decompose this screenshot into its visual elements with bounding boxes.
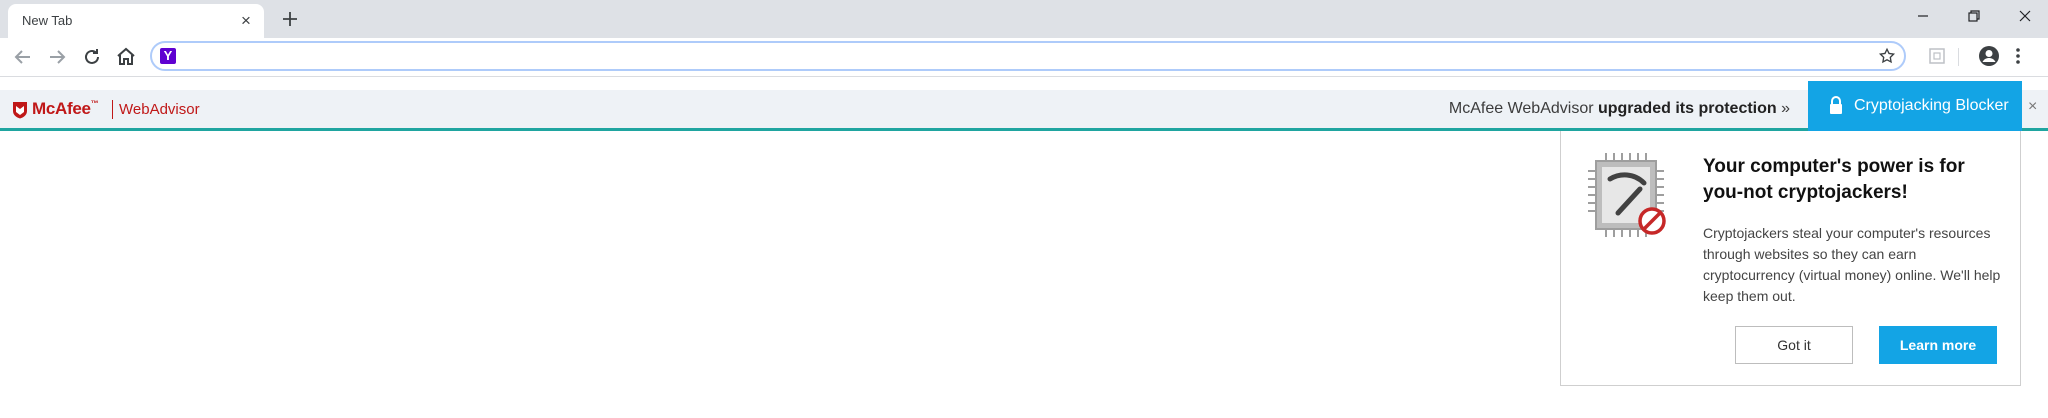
toolbar-divider <box>1958 48 1959 66</box>
brand-name: McAfee™ <box>32 99 99 118</box>
star-icon[interactable] <box>1878 47 1896 70</box>
restore-icon[interactable] <box>1951 0 1997 32</box>
cpu-pickaxe-blocked-icon <box>1584 149 1676 250</box>
reload-icon[interactable] <box>80 45 104 69</box>
popup-title: Your computer's power is for you-not cry… <box>1703 156 1965 203</box>
plus-icon[interactable] <box>280 9 300 29</box>
learn-more-button[interactable]: Learn more <box>1879 326 1997 364</box>
cryptojacking-blocker-tab[interactable]: Cryptojacking Blocker <box>1808 81 2022 131</box>
minimize-icon[interactable] <box>1900 0 1946 32</box>
product-name: WebAdvisor <box>119 101 200 118</box>
tab-strip: New Tab × <box>0 0 2048 38</box>
bar-close-icon[interactable]: × <box>2028 98 2037 116</box>
browser-tab[interactable]: New Tab × <box>8 4 264 38</box>
menu-icon[interactable] <box>2014 46 2022 71</box>
cryptojacking-blocker-label: Cryptojacking Blocker <box>1854 97 2009 114</box>
address-bar[interactable]: Y <box>150 41 1906 71</box>
lock-icon <box>1828 95 1844 120</box>
extension-icon[interactable] <box>1928 47 1946 65</box>
close-icon[interactable] <box>2002 0 2048 32</box>
tab-close-icon[interactable]: × <box>238 12 254 29</box>
forward-icon[interactable] <box>45 45 69 69</box>
popup-description: Cryptojackers steal your computer's reso… <box>1703 225 2001 304</box>
site-favicon: Y <box>160 48 176 64</box>
mcafee-shield-icon <box>13 102 27 119</box>
got-it-button[interactable]: Got it <box>1735 326 1853 364</box>
browser-toolbar: Y <box>0 38 2048 77</box>
profile-icon[interactable] <box>1978 45 2000 72</box>
upgrade-message[interactable]: McAfee WebAdvisor upgraded its protectio… <box>1449 100 1790 118</box>
logo-divider <box>112 100 113 119</box>
home-icon[interactable] <box>114 45 138 69</box>
back-icon[interactable] <box>11 45 35 69</box>
mcafee-notification-bar: McAfee™ WebAdvisor McAfee WebAdvisor upg… <box>0 81 2048 131</box>
tab-title: New Tab <box>22 13 73 28</box>
cryptojacking-popup: Your computer's power is for you-not cry… <box>1560 131 2021 386</box>
